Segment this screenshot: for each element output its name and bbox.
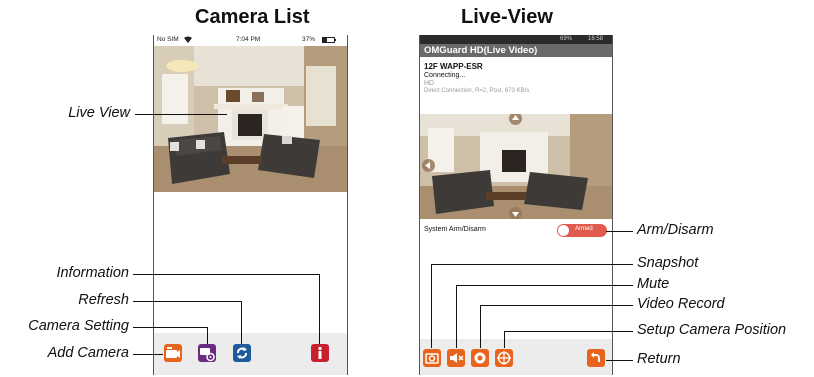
add-camera-button[interactable]: [164, 344, 182, 362]
leader-line: [319, 274, 320, 344]
return-button[interactable]: [587, 349, 605, 367]
return-icon: [591, 352, 600, 362]
system-arm-label: System Arm/Disarm: [424, 226, 486, 233]
wifi-icon: [184, 36, 192, 45]
refresh-button[interactable]: [233, 344, 251, 362]
record-icon: [474, 352, 486, 364]
camera-name: 12F WAPP-ESR: [424, 62, 483, 71]
live-view-thumbnail[interactable]: [154, 46, 347, 192]
arrow-up-icon: [512, 115, 519, 120]
camera-list-title: Camera List: [195, 6, 310, 28]
leader-line: [456, 285, 633, 286]
leader-line: [504, 331, 633, 332]
arrow-left-icon: [425, 162, 430, 169]
information-button[interactable]: [311, 344, 329, 362]
status-bar: No SIM 7:04 PM 37%: [154, 35, 347, 46]
leader-line: [133, 327, 207, 328]
camera-gear-icon: [200, 348, 215, 362]
battery-percent: 37%: [302, 36, 316, 43]
callout-mute: Mute: [637, 276, 670, 292]
leader-line: [480, 305, 633, 306]
video-record-button[interactable]: [471, 349, 489, 367]
leader-line: [241, 301, 242, 344]
camera-plus-icon: [166, 347, 180, 358]
callout-video-record: Video Record: [637, 296, 725, 312]
info-icon: [318, 346, 322, 359]
pan-up-button[interactable]: [509, 114, 522, 125]
camera-setting-button[interactable]: [198, 344, 216, 362]
mute-icon: [450, 353, 464, 363]
leader-line: [133, 354, 163, 355]
callout-add-camera: Add Camera: [47, 345, 129, 361]
clock-label: 7:04 PM: [236, 36, 261, 43]
live-view-title: Live-View: [461, 6, 553, 28]
connection-status: Connecting...: [424, 72, 466, 79]
setup-camera-position-button[interactable]: [495, 349, 513, 367]
live-view-toolbar: [420, 339, 612, 375]
leader-line: [135, 114, 227, 115]
callout-refresh: Refresh: [78, 292, 129, 308]
pan-down-button[interactable]: [509, 207, 522, 219]
callout-live-view: Live View: [68, 105, 130, 121]
pan-left-button[interactable]: [422, 159, 435, 172]
leader-line: [431, 264, 633, 265]
battery-icon: [322, 37, 336, 45]
callout-arm-disarm: Arm/Disarm: [637, 222, 714, 238]
status-bar: 69% 16:58: [420, 35, 612, 44]
leader-line: [133, 274, 319, 275]
callout-setup-camera-position: Setup Camera Position: [637, 322, 787, 338]
leader-line: [456, 285, 457, 348]
battery-percent: 69%: [560, 36, 573, 42]
arrow-down-icon: [512, 212, 519, 217]
toggle-knob: [558, 225, 569, 236]
snapshot-button[interactable]: [423, 349, 441, 367]
live-view-phone: 69% 16:58 OMGuard HD(Live Video) 12F WAP…: [419, 35, 613, 375]
clock-label: 16:58: [588, 36, 604, 42]
connection-info: Direct Connection, R=2, Post, 673 KB/s: [424, 88, 530, 94]
leader-line: [480, 305, 481, 348]
app-title-bar: OMGuard HD(Live Video): [420, 44, 612, 57]
live-video-view[interactable]: [420, 114, 612, 219]
arm-disarm-toggle[interactable]: Armed: [557, 224, 607, 237]
callout-camera-setting: Camera Setting: [28, 318, 129, 334]
callout-information: Information: [56, 265, 129, 281]
leader-line: [606, 231, 633, 232]
leader-line: [133, 301, 241, 302]
refresh-icon: [237, 347, 247, 359]
leader-line: [504, 331, 505, 348]
leader-line: [606, 360, 633, 361]
quality-label: HD: [424, 80, 435, 87]
snapshot-icon: [425, 353, 439, 364]
crosshair-icon: [497, 351, 511, 365]
arm-status-label: Armed: [575, 226, 593, 232]
room-image: [420, 114, 612, 219]
carrier-label: No SIM: [157, 36, 179, 43]
callout-snapshot: Snapshot: [637, 255, 699, 271]
callout-return: Return: [637, 351, 681, 367]
leader-line: [207, 327, 208, 344]
leader-line: [431, 264, 432, 348]
room-image: [154, 46, 347, 192]
mute-button[interactable]: [447, 349, 465, 367]
